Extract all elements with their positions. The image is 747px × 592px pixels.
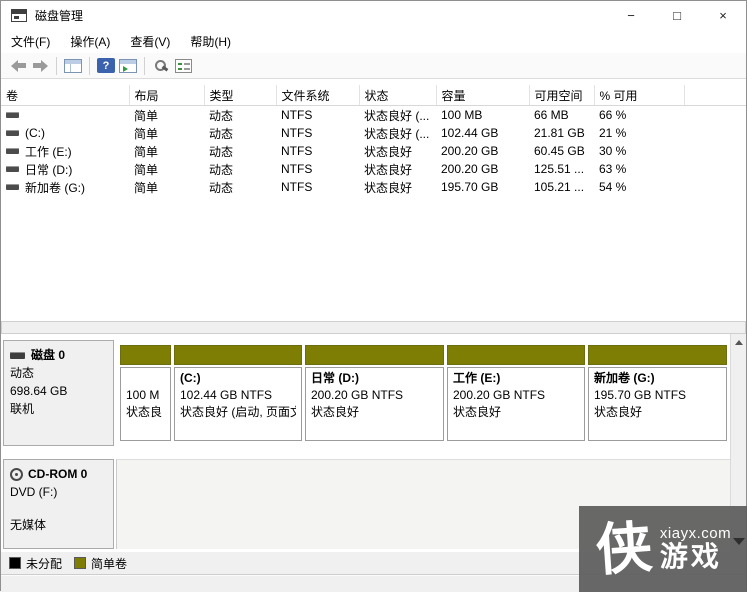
cdrom-media: 无媒体	[10, 518, 47, 532]
menu-help[interactable]: 帮助(H)	[180, 29, 241, 53]
table-row[interactable]: 新加卷 (G:) 简单 动态 NTFS 状态良好 195.70 GB 105.2…	[1, 178, 746, 196]
cdrom-title: CD-ROM 0	[28, 467, 88, 481]
toolbar-separator	[89, 56, 90, 75]
col-volume[interactable]: 卷	[1, 85, 130, 106]
disk0-panel[interactable]: 磁盘 0 动态 698.64 GB 联机	[3, 340, 114, 446]
partition-color-bar	[588, 345, 727, 365]
disk0-status: 联机	[10, 402, 35, 416]
col-status[interactable]: 状态	[359, 85, 437, 106]
help-icon[interactable]: ?	[95, 55, 117, 77]
table-row[interactable]: 工作 (E:) 简单 动态 NTFS 状态良好 200.20 GB 60.45 …	[1, 142, 746, 160]
checklist-icon[interactable]	[172, 55, 194, 77]
volume-table: 卷 布局 类型 文件系统 状态 容量 可用空间 % 可用 简单 动态 NTFS	[1, 85, 746, 196]
menu-bar: 文件(F) 操作(A) 查看(V) 帮助(H)	[1, 29, 746, 53]
volume-icon	[6, 184, 19, 190]
maximize-button[interactable]: □	[654, 1, 700, 29]
window-title: 磁盘管理	[35, 8, 84, 23]
cd-icon	[10, 467, 23, 481]
col-capacity[interactable]: 容量	[436, 85, 530, 106]
scrollbar-down-icon[interactable]	[733, 538, 745, 545]
watermark: 侠 xiayx.com 游戏	[579, 506, 747, 592]
table-row[interactable]: 日常 (D:) 简单 动态 NTFS 状态良好 200.20 GB 125.51…	[1, 160, 746, 178]
partition-color-bar	[305, 345, 444, 365]
legend-simple-volume: 简单卷	[74, 555, 127, 572]
legend-unallocated: 未分配	[9, 555, 62, 572]
back-icon[interactable]	[7, 55, 29, 77]
toolbar: ?	[1, 53, 746, 79]
table-header-row: 卷 布局 类型 文件系统 状态 容量 可用空间 % 可用	[1, 85, 746, 106]
unallocated-swatch	[9, 557, 21, 569]
col-free-space[interactable]: 可用空间	[529, 85, 595, 106]
col-empty	[684, 85, 746, 106]
col-type[interactable]: 类型	[204, 85, 277, 106]
partition-g[interactable]: 新加卷 (G:) 195.70 GB NTFS 状态良好	[588, 345, 727, 441]
title-bar: 磁盘管理 − □ ×	[1, 1, 746, 29]
partition-d[interactable]: 日常 (D:) 200.20 GB NTFS 状态良好	[305, 345, 444, 441]
menu-file[interactable]: 文件(F)	[1, 29, 60, 53]
partition-e[interactable]: 工作 (E:) 200.20 GB NTFS 状态良好	[447, 345, 585, 441]
volume-list-pane: 卷 布局 类型 文件系统 状态 容量 可用空间 % 可用 简单 动态 NTFS	[1, 79, 746, 321]
cdrom-panel[interactable]: CD-ROM 0 DVD (F:) 无媒体	[3, 459, 114, 549]
disk0-type: 动态	[10, 366, 35, 380]
console-tree-icon[interactable]	[62, 55, 84, 77]
partition-color-bar	[174, 345, 302, 365]
disk0-title: 磁盘 0	[31, 348, 66, 362]
partition-system-reserved[interactable]: 100 M 状态良	[120, 345, 171, 441]
volume-icon	[6, 130, 19, 136]
col-pct-free[interactable]: % 可用	[594, 85, 685, 106]
toolbar-separator	[144, 56, 145, 75]
scrollbar-up-icon[interactable]	[731, 334, 746, 350]
watermark-site: xiayx.com	[659, 525, 732, 543]
volume-icon	[6, 112, 19, 118]
horizontal-scrollbar[interactable]	[1, 321, 746, 334]
volume-icon	[6, 148, 19, 154]
disk-icon	[10, 351, 25, 359]
table-row[interactable]: 简单 动态 NTFS 状态良好 (... 100 MB 66 MB 66 %	[1, 106, 746, 125]
disk0-size: 698.64 GB	[10, 384, 68, 398]
partition-color-bar	[120, 345, 171, 365]
col-filesystem[interactable]: 文件系统	[276, 85, 360, 106]
forward-icon[interactable]	[29, 55, 51, 77]
action-pane-icon[interactable]	[117, 55, 139, 77]
menu-action[interactable]: 操作(A)	[60, 29, 120, 53]
magnifier-icon[interactable]	[150, 55, 172, 77]
close-button[interactable]: ×	[700, 1, 746, 29]
watermark-word: 游戏	[659, 541, 722, 573]
minimize-button[interactable]: −	[608, 1, 654, 29]
table-row[interactable]: (C:) 简单 动态 NTFS 状态良好 (... 102.44 GB 21.8…	[1, 124, 746, 142]
volume-icon	[6, 166, 19, 172]
disk-management-window: 磁盘管理 − □ × 文件(F) 操作(A) 查看(V) 帮助(H) ? 卷 布…	[0, 0, 747, 592]
partition-color-bar	[447, 345, 585, 365]
toolbar-separator	[56, 56, 57, 75]
watermark-character: 侠	[593, 514, 655, 584]
partition-c[interactable]: (C:) 102.44 GB NTFS 状态良好 (启动, 页面文	[174, 345, 302, 441]
simple-volume-swatch	[74, 557, 87, 569]
menu-view[interactable]: 查看(V)	[120, 29, 180, 53]
col-layout[interactable]: 布局	[129, 85, 205, 106]
app-icon	[11, 8, 27, 22]
cdrom-drive: DVD (F:)	[10, 485, 58, 499]
